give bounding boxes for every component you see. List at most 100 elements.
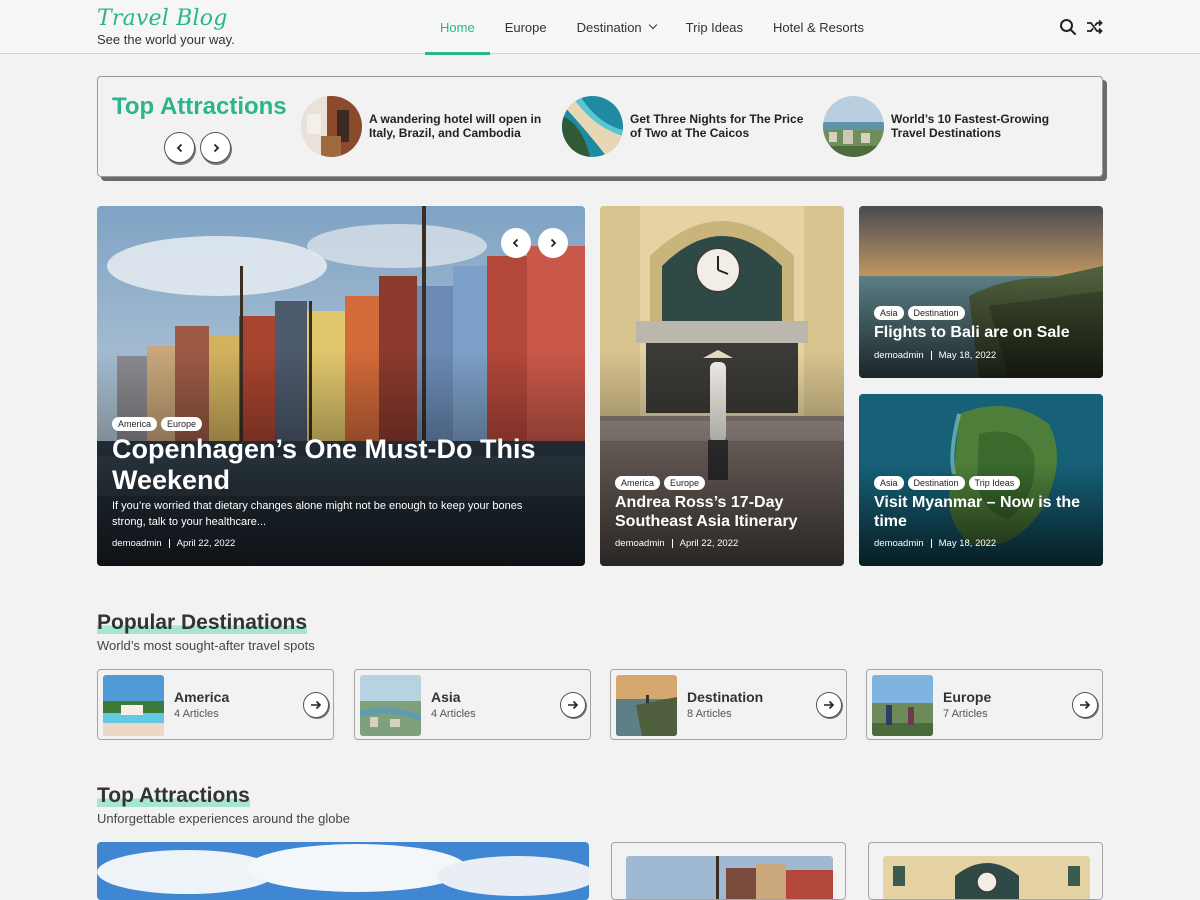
- category-name: Destination: [687, 689, 764, 705]
- site-header: Travel Blog See the world your way. Home…: [0, 0, 1200, 55]
- ticker-item-title: World’s 10 Fastest-Growing Travel Destin…: [891, 112, 1050, 140]
- author[interactable]: demoadmin: [874, 538, 924, 549]
- category-name: Asia: [431, 689, 461, 705]
- arrow-right-icon[interactable]: [1072, 692, 1098, 718]
- ticker-thumbnail: [562, 95, 623, 157]
- ticker-item-title: Get Three Nights for The Price of Two at…: [630, 112, 804, 140]
- arrow-right-icon[interactable]: [816, 692, 842, 718]
- hero-main-title[interactable]: Copenhagen’s One Must-Do This Weekend: [112, 434, 562, 496]
- category-card-america[interactable]: America 4 Articles: [97, 669, 334, 740]
- top-attractions-heading: Top Attractions: [97, 784, 250, 808]
- divider: [168, 539, 170, 548]
- popular-title: Popular Destinations: [97, 611, 308, 634]
- date: April 22, 2022: [176, 538, 236, 549]
- hero-right-top-meta: demoadmin May 18, 2022: [874, 350, 996, 361]
- attraction-image: [626, 856, 833, 899]
- category-name: Europe: [943, 689, 992, 705]
- attraction-card-large[interactable]: [97, 842, 589, 900]
- date: May 18, 2022: [938, 538, 997, 549]
- divider: [671, 539, 673, 548]
- hero-right-bottom-tags: Asia Destination Trip Ideas: [874, 476, 1024, 490]
- nav-destination[interactable]: Destination: [562, 0, 671, 54]
- category-count: 4 Articles: [174, 708, 219, 720]
- category-thumbnail: [872, 675, 933, 736]
- author[interactable]: demoadmin: [874, 350, 924, 361]
- ticker-prev-button[interactable]: [164, 132, 195, 163]
- nav-destination-label: Destination: [576, 19, 642, 35]
- category-thumbnail: [616, 675, 677, 736]
- tag[interactable]: Asia: [874, 476, 904, 490]
- hero-middle-tags: America Europe: [615, 476, 709, 490]
- hero-middle-overlay: [600, 350, 844, 566]
- category-card-europe[interactable]: Europe 7 Articles: [866, 669, 1103, 740]
- date: May 18, 2022: [938, 350, 997, 361]
- hero-prev-button[interactable]: [501, 228, 531, 258]
- ticker-title: Top Attractions: [112, 93, 287, 120]
- tag[interactable]: Destination: [907, 306, 965, 320]
- hero-next-button[interactable]: [538, 228, 568, 258]
- attraction-image: [97, 842, 589, 900]
- divider: [930, 539, 932, 548]
- hero-main-card[interactable]: America Europe Copenhagen’s One Must-Do …: [97, 206, 585, 566]
- ticker-thumbnail: [823, 95, 884, 157]
- hero-middle-meta: demoadmin April 22, 2022: [615, 538, 738, 549]
- hero-right-top-card[interactable]: Asia Destination Flights to Bali are on …: [859, 206, 1103, 378]
- category-thumbnail: [360, 675, 421, 736]
- hero-right-bottom-card[interactable]: Asia Destination Trip Ideas Visit Myanma…: [859, 394, 1103, 566]
- tag[interactable]: Asia: [874, 306, 904, 320]
- chevron-left-icon: [176, 143, 182, 152]
- hero-middle-title[interactable]: Andrea Ross’s 17-Day Southeast Asia Itin…: [615, 493, 835, 531]
- site-logo[interactable]: Travel Blog See the world your way.: [97, 5, 235, 47]
- tag[interactable]: Europe: [664, 476, 706, 490]
- category-count: 7 Articles: [943, 708, 988, 720]
- hero-right-bottom-meta: demoadmin May 18, 2022: [874, 538, 996, 549]
- attraction-image: [883, 856, 1090, 899]
- chevron-down-icon: [648, 20, 657, 30]
- hero-main-meta: demoadmin April 22, 2022: [112, 538, 235, 549]
- hero-right-top-title[interactable]: Flights to Bali are on Sale: [874, 323, 1094, 342]
- popular-destinations-heading: Popular Destinations: [97, 611, 308, 635]
- tag[interactable]: America: [615, 476, 661, 490]
- ticker-item[interactable]: World’s 10 Fastest-Growing Travel Destin…: [823, 95, 1076, 157]
- attractions-title: Top Attractions: [97, 784, 250, 807]
- tag[interactable]: Trip Ideas: [968, 476, 1021, 490]
- ticker-item[interactable]: Get Three Nights for The Price of Two at…: [562, 95, 815, 157]
- category-card-destination[interactable]: Destination 8 Articles: [610, 669, 847, 740]
- ticker-next-button[interactable]: [200, 132, 231, 163]
- tag[interactable]: Europe: [161, 417, 203, 431]
- category-count: 4 Articles: [431, 708, 476, 720]
- hero-main-tags: America Europe: [112, 417, 206, 431]
- hero-right-bottom-title[interactable]: Visit Myanmar – Now is the time: [874, 493, 1094, 531]
- nav-hotel-resorts[interactable]: Hotel & Resorts: [758, 0, 879, 54]
- category-card-asia[interactable]: Asia 4 Articles: [354, 669, 591, 740]
- author[interactable]: demoadmin: [112, 538, 162, 549]
- ticker-item[interactable]: A wandering hotel will open in Italy, Br…: [301, 95, 554, 157]
- popular-subtitle: World’s most sought-after travel spots: [97, 638, 315, 653]
- ticker-thumbnail: [301, 95, 362, 157]
- chevron-left-icon: [512, 238, 519, 248]
- attractions-subtitle: Unforgettable experiences around the glo…: [97, 811, 350, 826]
- attraction-card[interactable]: [868, 842, 1103, 900]
- hero-middle-card[interactable]: America Europe Andrea Ross’s 17-Day Sout…: [600, 206, 844, 566]
- shuffle-icon[interactable]: [1084, 17, 1104, 37]
- ticker-item-title: A wandering hotel will open in Italy, Br…: [369, 112, 542, 140]
- tag[interactable]: Destination: [907, 476, 965, 490]
- nav-trip-ideas[interactable]: Trip Ideas: [671, 0, 758, 54]
- logo-tagline: See the world your way.: [97, 32, 235, 47]
- nav-europe[interactable]: Europe: [490, 0, 562, 54]
- author[interactable]: demoadmin: [615, 538, 665, 549]
- hero-right-top-tags: Asia Destination: [874, 306, 969, 320]
- tag[interactable]: America: [112, 417, 158, 431]
- logo-title[interactable]: Travel Blog: [97, 5, 235, 33]
- attraction-card[interactable]: [611, 842, 846, 900]
- arrow-right-icon[interactable]: [560, 692, 586, 718]
- chevron-right-icon: [213, 143, 219, 152]
- category-count: 8 Articles: [687, 708, 732, 720]
- nav-home[interactable]: Home: [425, 0, 490, 55]
- chevron-right-icon: [550, 238, 557, 248]
- main-nav: Home Europe Destination Trip Ideas Hotel…: [425, 0, 879, 55]
- hero-main-excerpt: If you’re worried that dietary changes a…: [112, 500, 523, 528]
- search-icon[interactable]: [1058, 17, 1078, 37]
- category-name: America: [174, 689, 230, 705]
- arrow-right-icon[interactable]: [303, 692, 329, 718]
